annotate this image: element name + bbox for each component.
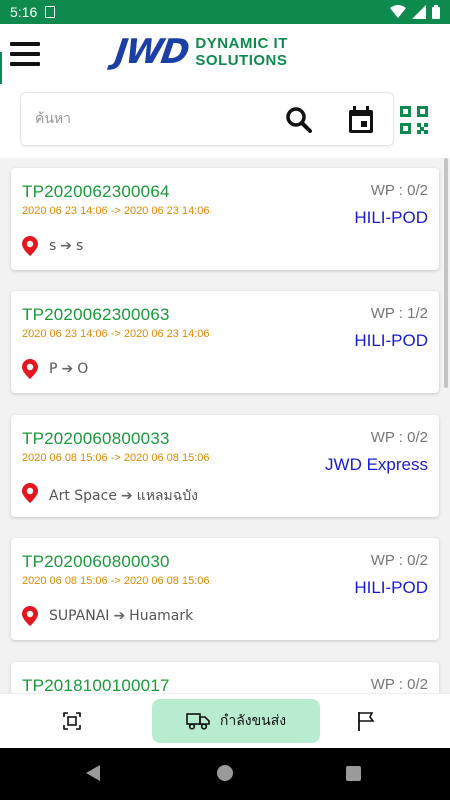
route: Art Space ➔ แหลมฉบัง	[49, 485, 198, 507]
location-pin-icon	[22, 236, 38, 256]
waypoint-count: WP : 1/2	[370, 305, 428, 322]
logo-mark: JWD	[112, 32, 191, 72]
search-bar-area	[0, 84, 450, 158]
carrier-name: HILI-POD	[354, 208, 428, 227]
system-navigation-bar	[0, 748, 450, 800]
order-code: TP2020060800033	[22, 429, 170, 448]
battery-icon	[432, 5, 440, 19]
nav-finished[interactable]	[346, 699, 386, 743]
waypoint-count: WP : 0/2	[370, 182, 428, 199]
order-time-range: 2020 06 08 15:06 -> 2020 06 08 15:06	[22, 452, 210, 464]
order-code: TP2018100100017	[22, 676, 170, 693]
flag-icon	[358, 712, 375, 731]
truck-icon	[186, 713, 210, 730]
order-code: TP2020062300063	[22, 305, 170, 324]
route-origin: Art Space	[49, 488, 117, 504]
menu-icon[interactable]	[10, 39, 40, 69]
waypoint-count: WP : 0/2	[370, 429, 428, 446]
scrollbar[interactable]	[444, 158, 448, 388]
location-pin-icon	[22, 606, 38, 626]
bottom-navigation: กำลังขนส่ง	[0, 693, 450, 748]
waypoint-count: WP : 0/2	[370, 552, 428, 569]
sd-card-icon	[45, 6, 56, 18]
wifi-icon	[390, 5, 406, 18]
back-icon[interactable]	[86, 765, 100, 781]
order-card[interactable]: TP2020060800033 2020 06 08 15:06 -> 2020…	[11, 415, 439, 517]
order-list[interactable]: TP2020062300064 2020 06 23 14:06 -> 2020…	[0, 158, 450, 693]
order-card[interactable]: TP2020062300064 2020 06 23 14:06 -> 2020…	[11, 168, 439, 270]
location-pin-icon	[22, 359, 38, 379]
carrier-name: HILI-POD	[354, 331, 428, 350]
order-card[interactable]: TP2020060800030 2020 06 08 15:06 -> 2020…	[11, 538, 439, 640]
route-destination: O	[77, 361, 89, 377]
order-code: TP2020062300064	[22, 182, 170, 201]
home-icon[interactable]	[217, 765, 233, 781]
search-input[interactable]	[35, 111, 235, 127]
signal-icon	[412, 5, 426, 19]
carrier-name: JWD Express	[325, 455, 428, 474]
scan-icon	[63, 712, 81, 730]
order-code: TP2020060800030	[22, 552, 170, 571]
status-icons	[390, 5, 440, 19]
recent-apps-icon[interactable]	[346, 766, 361, 781]
app-header: JWD DYNAMIC IT SOLUTIONS	[0, 24, 450, 98]
search-box	[20, 92, 394, 146]
carrier-name: HILI-POD	[354, 578, 428, 597]
qr-code-icon[interactable]	[400, 106, 432, 138]
tagline-line2: SOLUTIONS	[195, 52, 288, 69]
route-origin: P	[49, 361, 58, 377]
company-logo: JWD DYNAMIC IT SOLUTIONS	[112, 32, 288, 72]
tagline-line1: DYNAMIC IT	[195, 35, 288, 52]
nav-in-transit-label: กำลังขนส่ง	[219, 713, 287, 729]
arrow-right-icon: ➔	[61, 361, 74, 377]
order-time-range: 2020 06 23 14:06 -> 2020 06 23 14:06	[22, 328, 210, 340]
waypoint-count: WP : 0/2	[370, 676, 428, 693]
route: P ➔ O	[49, 361, 88, 377]
order-card[interactable]: TP2020062300063 2020 06 23 14:06 -> 2020…	[11, 291, 439, 393]
arrow-right-icon: ➔	[113, 608, 126, 624]
order-card[interactable]: TP2018100100017 WP : 0/2	[11, 662, 439, 693]
order-time-range: 2020 06 23 14:06 -> 2020 06 23 14:06	[22, 205, 210, 217]
status-bar: 5:16	[0, 0, 450, 24]
arrow-right-icon: ➔	[120, 488, 133, 504]
search-icon[interactable]	[279, 93, 319, 147]
route-origin: SUPANAI	[49, 608, 110, 624]
status-time: 5:16	[10, 4, 38, 20]
route-origin: s	[49, 238, 57, 254]
location-pin-icon	[22, 483, 38, 503]
route: SUPANAI ➔ Huamark	[49, 608, 193, 624]
logo-tagline: DYNAMIC IT SOLUTIONS	[195, 35, 288, 69]
route-destination: s	[76, 238, 84, 254]
nav-in-transit[interactable]: กำลังขนส่ง	[152, 699, 320, 743]
nav-scan[interactable]	[52, 699, 92, 743]
arrow-right-icon: ➔	[60, 238, 73, 254]
calendar-icon[interactable]	[341, 93, 381, 147]
route-destination: Huamark	[129, 608, 194, 624]
order-time-range: 2020 06 08 15:06 -> 2020 06 08 15:06	[22, 575, 210, 587]
route-destination: แหลมฉบัง	[136, 488, 198, 504]
route: s ➔ s	[49, 238, 83, 254]
